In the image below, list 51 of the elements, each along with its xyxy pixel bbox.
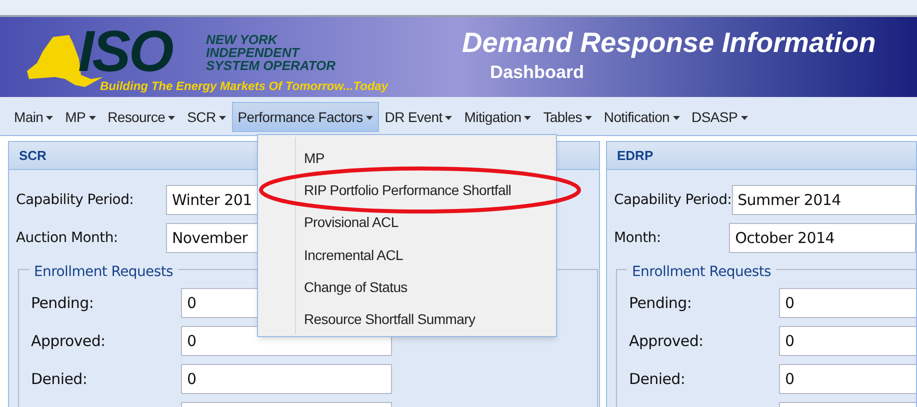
menu-item[interactable]: DSASP	[686, 102, 754, 132]
menu-item[interactable]: DR Event	[378, 102, 458, 132]
dropdown-item[interactable]: Change of Status	[304, 276, 408, 298]
field-label: Approved:	[31, 330, 106, 352]
menu-item[interactable]: Main	[8, 102, 60, 132]
menu-item[interactable]: Mitigation	[458, 102, 538, 132]
fieldset-legend: Enrollment Requests	[34, 264, 174, 280]
caret-icon	[366, 116, 373, 120]
fieldset-legend: Enrollment Requests	[632, 264, 772, 280]
input-field[interactable]: 0	[779, 326, 916, 356]
page-subtitle: Dashboard	[489, 61, 586, 84]
panel-title: EDRP	[617, 149, 654, 162]
field-label: Approved:	[629, 330, 704, 352]
input-field[interactable]: 0	[779, 288, 916, 318]
caret-icon	[218, 116, 226, 120]
caret-icon	[524, 116, 532, 120]
menu-item[interactable]: MP	[59, 102, 102, 132]
caret-icon	[740, 116, 748, 120]
input-field[interactable]: 0	[181, 364, 392, 394]
dropdown-item[interactable]: Incremental ACL	[304, 244, 403, 266]
menu-item[interactable]: Tables	[537, 102, 598, 132]
menu-item[interactable]: SCR	[181, 102, 232, 132]
menu-item[interactable]: Notification	[598, 102, 686, 132]
field-label: Pending:	[629, 292, 693, 314]
dropdown-item[interactable]: Provisional ACL	[304, 212, 398, 234]
menu-item[interactable]: Resource	[102, 102, 182, 132]
page-title: Demand Response Information	[462, 27, 876, 59]
input-field[interactable]: Summer 2014	[732, 185, 916, 215]
caret-icon	[672, 116, 680, 120]
logo-name-line: NEW YORK	[206, 33, 279, 46]
input-field[interactable]: 0	[779, 364, 916, 394]
logo-name-line: SYSTEM OPERATOR	[206, 59, 336, 72]
input-field[interactable]: October 2014	[729, 223, 916, 253]
caret-icon	[88, 116, 96, 120]
field-label: Month:	[614, 228, 662, 248]
field-label: Denied:	[629, 368, 686, 390]
logo-name-line: INDEPENDENT	[206, 46, 301, 59]
caret-icon	[584, 116, 592, 120]
logo-tagline: Building The Energy Markets Of Tomorrow...Today	[100, 78, 388, 95]
field-label: Denied:	[31, 368, 88, 390]
field-label: Capability Period:	[16, 190, 135, 210]
caret-icon	[445, 116, 452, 120]
caret-icon	[46, 116, 54, 120]
dropdown-item[interactable]: MP	[304, 148, 324, 169]
field-label: Pending:	[31, 292, 95, 314]
caret-icon	[168, 116, 176, 120]
field-label: Auction Month:	[16, 228, 119, 248]
logo-mark: ISO	[78, 23, 172, 81]
panel-title: SCR	[19, 149, 46, 162]
field-label: Capability Period:	[614, 190, 732, 210]
menu-item[interactable]: Performance Factors	[232, 102, 379, 132]
